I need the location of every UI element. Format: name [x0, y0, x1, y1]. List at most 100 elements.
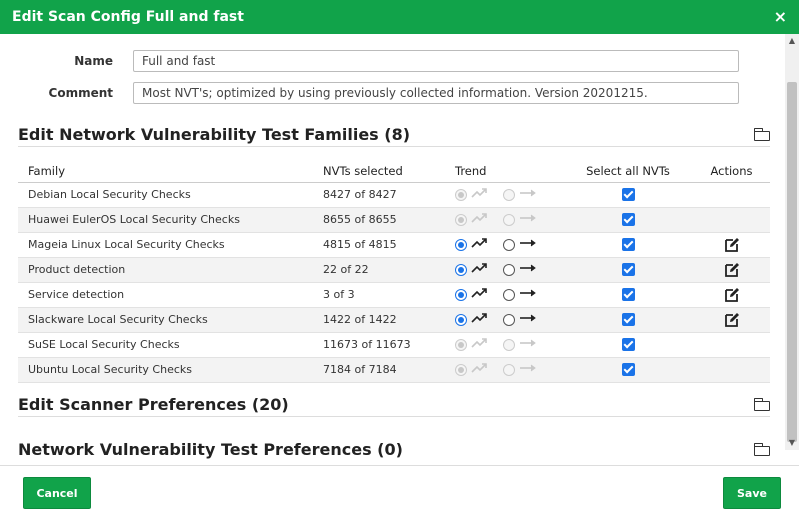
select-all-cell — [563, 257, 693, 283]
select-all-checkbox[interactable] — [621, 213, 635, 227]
save-button[interactable]: Save — [723, 477, 781, 509]
scanner-section-title: Edit Scanner Preferences (20) — [18, 395, 289, 414]
trend-up-icon — [471, 287, 489, 302]
families-table: Family NVTs selected Trend Select all NV… — [18, 160, 770, 383]
nvts-selected-cell: 22 of 22 — [313, 257, 445, 283]
edit-icon[interactable] — [724, 262, 740, 277]
trend-dynamic-radio[interactable] — [455, 313, 467, 326]
trend-dynamic-radio[interactable] — [455, 288, 467, 301]
trend-flat-icon — [519, 237, 537, 252]
content-scrollbar[interactable]: ▲ ▼ — [785, 34, 799, 450]
trend-dynamic-radio[interactable] — [455, 238, 467, 251]
comment-row: Comment Most NVT's; optimized by using p… — [3, 82, 739, 104]
column-header-trend[interactable]: Trend — [445, 160, 563, 183]
trend-static-radio[interactable] — [503, 238, 515, 251]
trend-cell — [445, 332, 563, 358]
trend-static-radio — [503, 338, 515, 351]
edit-icon[interactable] — [724, 312, 740, 327]
actions-cell — [693, 282, 770, 308]
dialog-footer: Cancel Save — [0, 465, 799, 515]
trend-up-icon — [471, 262, 489, 277]
select-all-checkbox[interactable] — [621, 238, 635, 252]
select-all-cell — [563, 207, 693, 233]
trend-cell — [445, 182, 563, 208]
trend-cell — [445, 307, 563, 333]
edit-icon[interactable] — [724, 287, 740, 302]
dialog-title: Edit Scan Config Full and fast — [12, 9, 244, 25]
folder-icon[interactable] — [754, 442, 770, 456]
trend-dynamic-radio[interactable] — [455, 263, 467, 276]
edit-icon[interactable] — [724, 237, 740, 252]
actions-cell — [693, 357, 770, 383]
scroll-down-arrow-icon[interactable]: ▼ — [785, 436, 799, 450]
trend-cell — [445, 357, 563, 383]
column-header-nvts[interactable]: NVTs selected — [313, 160, 445, 183]
trend-flat-icon — [519, 187, 537, 202]
nvts-selected-cell: 8655 of 8655 — [313, 207, 445, 233]
nvts-selected-cell: 3 of 3 — [313, 282, 445, 308]
trend-dynamic-radio — [455, 338, 467, 351]
trend-flat-icon — [519, 262, 537, 277]
trend-up-icon — [471, 237, 489, 252]
scrollbar-thumb[interactable] — [787, 82, 797, 442]
select-all-checkbox[interactable] — [621, 288, 635, 302]
trend-static-radio[interactable] — [503, 263, 515, 276]
close-icon[interactable]: × — [774, 9, 787, 25]
families-section-header[interactable]: Edit Network Vulnerability Test Families… — [18, 123, 770, 147]
column-header-family[interactable]: Family — [18, 160, 313, 183]
trend-cell — [445, 257, 563, 283]
family-name-cell: Service detection — [18, 282, 313, 308]
actions-cell — [693, 182, 770, 208]
trend-cell — [445, 207, 563, 233]
table-row: Mageia Linux Local Security Checks 4815 o… — [18, 232, 770, 258]
select-all-checkbox[interactable] — [621, 263, 635, 277]
trend-static-radio[interactable] — [503, 313, 515, 326]
table-row: Service detection 3 of 3 — [18, 282, 770, 308]
table-row: SuSE Local Security Checks 11673 of 11673 — [18, 332, 770, 358]
trend-dynamic-radio — [455, 363, 467, 376]
trend-flat-icon — [519, 287, 537, 302]
nvts-selected-cell: 7184 of 7184 — [313, 357, 445, 383]
nvts-selected-cell: 11673 of 11673 — [313, 332, 445, 358]
nvt-prefs-section-header[interactable]: Network Vulnerability Test Preferences (… — [18, 437, 770, 461]
trend-static-radio — [503, 213, 515, 226]
trend-up-icon — [471, 312, 489, 327]
folder-icon[interactable] — [754, 398, 770, 411]
table-header-row: Family NVTs selected Trend Select all NV… — [18, 160, 770, 183]
cancel-button[interactable]: Cancel — [23, 477, 91, 509]
name-row: Name Full and fast — [3, 50, 739, 72]
actions-cell — [693, 332, 770, 358]
name-label: Name — [74, 54, 113, 68]
families-section-title: Edit Network Vulnerability Test Families… — [18, 125, 411, 144]
trend-dynamic-radio — [455, 213, 467, 226]
select-all-checkbox[interactable] — [621, 363, 635, 377]
family-name-cell: Product detection — [18, 257, 313, 283]
select-all-cell — [563, 357, 693, 383]
comment-input[interactable]: Most NVT's; optimized by using previousl… — [133, 82, 739, 104]
select-all-cell — [563, 332, 693, 358]
nvt-prefs-section-title: Network Vulnerability Test Preferences (… — [18, 439, 403, 459]
nvts-selected-cell: 4815 of 4815 — [313, 232, 445, 258]
select-all-checkbox[interactable] — [621, 188, 635, 202]
trend-static-radio — [503, 363, 515, 376]
scroll-up-arrow-icon[interactable]: ▲ — [785, 34, 799, 48]
trend-up-icon — [471, 337, 489, 352]
trend-up-icon — [471, 187, 489, 202]
folder-icon[interactable] — [754, 128, 770, 141]
name-input[interactable]: Full and fast — [133, 50, 739, 72]
dialog-content: Name Full and fast Comment Most NVT's; o… — [3, 34, 785, 465]
family-name-cell: Mageia Linux Local Security Checks — [18, 232, 313, 258]
trend-cell — [445, 282, 563, 308]
select-all-cell — [563, 182, 693, 208]
trend-static-radio[interactable] — [503, 288, 515, 301]
scanner-section-header[interactable]: Edit Scanner Preferences (20) — [18, 393, 770, 417]
trend-flat-icon — [519, 312, 537, 327]
table-row: Huawei EulerOS Local Security Checks 8655… — [18, 207, 770, 233]
trend-flat-icon — [519, 337, 537, 352]
dialog-titlebar: Edit Scan Config Full and fast × — [0, 0, 799, 34]
select-all-cell — [563, 282, 693, 308]
trend-up-icon — [471, 212, 489, 227]
select-all-checkbox[interactable] — [621, 313, 635, 327]
select-all-checkbox[interactable] — [621, 338, 635, 352]
trend-dynamic-radio — [455, 188, 467, 201]
